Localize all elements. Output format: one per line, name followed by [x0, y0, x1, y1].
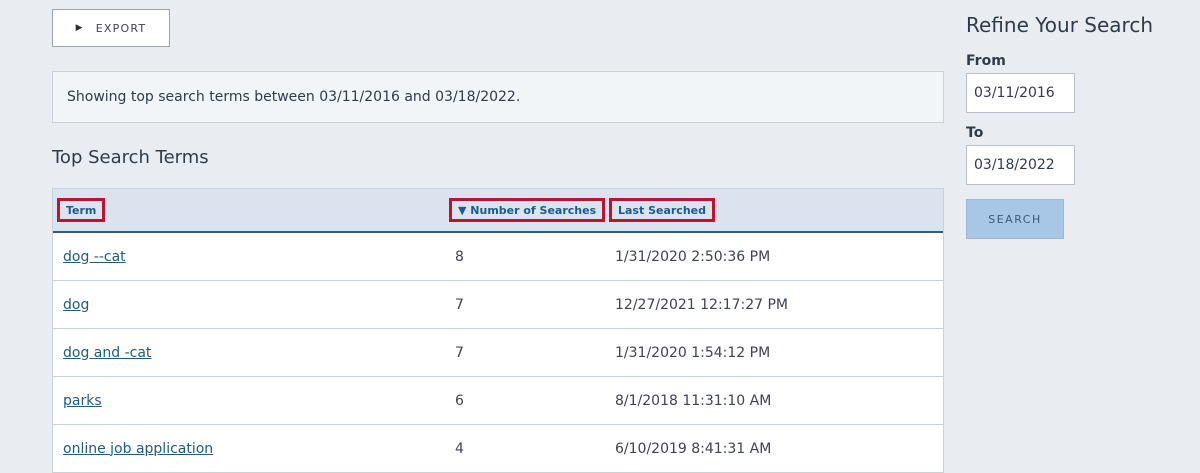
search-count: 7 [455, 296, 464, 313]
search-button[interactable]: SEARCH [966, 199, 1064, 239]
last-searched: 6/10/2019 8:41:31 AM [615, 440, 772, 457]
table-row: dog --cat 8 1/31/2020 2:50:36 PM [53, 233, 943, 281]
last-searched: 1/31/2020 2:50:36 PM [615, 248, 771, 265]
to-date-input[interactable] [966, 145, 1075, 185]
table-row: parks 6 8/1/2018 11:31:10 AM [53, 377, 943, 425]
term-link[interactable]: dog --cat [63, 249, 126, 265]
table-row: online job application 4 6/10/2019 8:41:… [53, 425, 943, 473]
from-label: From [966, 53, 1006, 69]
last-searched: 12/27/2021 12:17:27 PM [615, 296, 788, 313]
to-label: To [966, 125, 984, 141]
column-header-number-of-searches[interactable]: ▼ Number of Searches [449, 198, 606, 222]
info-text: Showing top search terms between 03/11/2… [67, 89, 521, 105]
export-button[interactable]: ▶ EXPORT [52, 9, 170, 47]
search-count: 4 [455, 440, 464, 457]
search-terms-table: Term ▼ Number of Searches Last Searched … [52, 188, 944, 473]
export-label: EXPORT [95, 21, 147, 35]
section-title: Top Search Terms [52, 147, 209, 168]
term-link[interactable]: dog [63, 297, 89, 313]
term-link[interactable]: parks [63, 393, 102, 409]
table-row: dog 7 12/27/2021 12:17:27 PM [53, 281, 943, 329]
search-count: 6 [455, 392, 464, 409]
search-count: 8 [455, 248, 464, 265]
search-count: 7 [455, 344, 464, 361]
refine-search-title: Refine Your Search [966, 13, 1154, 37]
last-searched: 8/1/2018 11:31:10 AM [615, 392, 772, 409]
date-range-info: Showing top search terms between 03/11/2… [52, 71, 944, 123]
from-date-input[interactable] [966, 73, 1075, 113]
term-link[interactable]: online job application [63, 441, 213, 457]
last-searched: 1/31/2020 1:54:12 PM [615, 344, 771, 361]
play-triangle-icon: ▶ [75, 23, 84, 33]
table-header: Term ▼ Number of Searches Last Searched [53, 189, 943, 233]
column-header-last-searched[interactable]: Last Searched [609, 198, 715, 222]
column-header-term[interactable]: Term [57, 198, 106, 222]
term-link[interactable]: dog and -cat [63, 345, 151, 361]
table-row: dog and -cat 7 1/31/2020 1:54:12 PM [53, 329, 943, 377]
